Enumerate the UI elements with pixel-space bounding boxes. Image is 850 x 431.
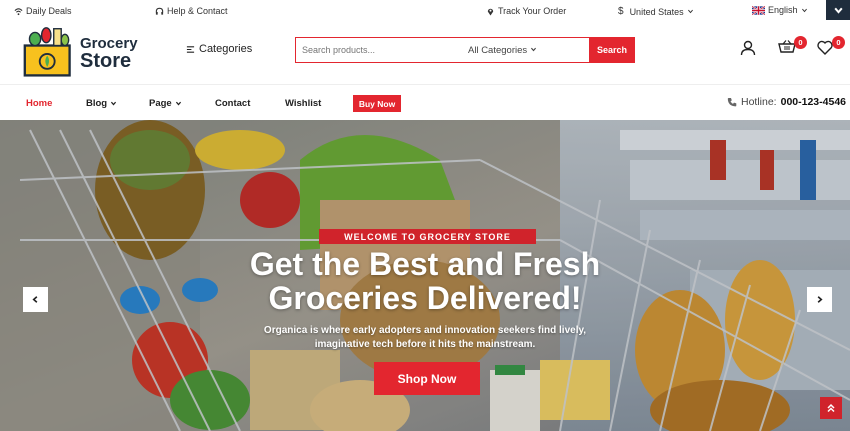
categories-label: Categories bbox=[199, 43, 253, 55]
site-header: Grocery Store Categories All Categories … bbox=[0, 22, 850, 84]
shop-now-button[interactable]: Shop Now bbox=[374, 362, 480, 395]
account-button[interactable] bbox=[740, 40, 756, 61]
search-input[interactable] bbox=[296, 38, 456, 62]
categories-menu-button[interactable]: Categories bbox=[186, 43, 252, 55]
dollar-icon: $ bbox=[618, 6, 624, 17]
user-icon bbox=[740, 40, 756, 56]
cart-button[interactable]: 0 bbox=[778, 36, 807, 61]
main-nav: Home Blog Page Contact Wishlist Buy Now … bbox=[0, 84, 850, 120]
phone-icon bbox=[727, 98, 737, 107]
hotline-number: 000-123-4546 bbox=[780, 96, 846, 108]
nav-item-page[interactable]: Page bbox=[149, 98, 182, 109]
search-category-label: All Categories bbox=[468, 45, 528, 56]
hamburger-icon bbox=[186, 45, 195, 53]
nav-item-blog[interactable]: Blog bbox=[86, 98, 117, 109]
chevron-down-icon bbox=[175, 101, 181, 106]
location-pin-icon bbox=[487, 8, 494, 16]
nav-item-label: Wishlist bbox=[285, 98, 322, 109]
chevron-left-icon bbox=[32, 296, 38, 303]
search-category-select[interactable]: All Categories bbox=[468, 45, 537, 56]
wishlist-count-badge: 0 bbox=[832, 36, 845, 49]
track-order-link[interactable]: Track Your Order bbox=[486, 6, 566, 16]
hotline-label: Hotline: bbox=[741, 96, 777, 108]
language-select[interactable]: English bbox=[752, 5, 808, 15]
chevron-down-icon bbox=[801, 8, 807, 12]
slider-next-button[interactable] bbox=[807, 287, 832, 312]
nav-item-contact[interactable]: Contact bbox=[215, 98, 250, 109]
search-button[interactable]: Search bbox=[589, 37, 635, 63]
buy-now-button[interactable]: Buy Now bbox=[353, 95, 401, 112]
chevron-down-icon bbox=[530, 47, 536, 52]
hero-headline-line-1: Get the Best and Fresh bbox=[249, 246, 601, 282]
chevron-right-icon bbox=[817, 296, 823, 303]
hero-slider: WELCOME TO GROCERY STORE Get the Best an… bbox=[0, 120, 850, 431]
currency-country-select[interactable]: $ United States bbox=[618, 6, 694, 17]
search-form: All Categories Search bbox=[295, 37, 635, 63]
headset-icon bbox=[155, 7, 164, 15]
hero-headline: Get the Best and Fresh Groceries Deliver… bbox=[190, 247, 660, 315]
hero-subtitle: Organica is where early adopters and inn… bbox=[230, 324, 620, 352]
hero-kicker: WELCOME TO GROCERY STORE bbox=[319, 229, 536, 244]
nav-item-label: Home bbox=[26, 98, 53, 109]
wifi-icon bbox=[14, 7, 23, 15]
slider-prev-button[interactable] bbox=[23, 287, 48, 312]
nav-item-home[interactable]: Home bbox=[26, 98, 52, 109]
heart-icon bbox=[817, 40, 833, 55]
daily-deals-label: Daily Deals bbox=[26, 6, 72, 16]
logo-text: Grocery Store bbox=[80, 36, 138, 71]
nav-item-wishlist[interactable]: Wishlist bbox=[285, 98, 321, 109]
collapse-toggle-button[interactable] bbox=[826, 0, 850, 20]
uk-flag-icon bbox=[752, 5, 765, 15]
grocery-bag-logo-icon bbox=[23, 27, 71, 77]
track-order-label: Track Your Order bbox=[498, 6, 567, 16]
chevron-down-icon bbox=[687, 9, 693, 14]
nav-item-label: Contact bbox=[215, 98, 251, 109]
help-contact-link[interactable]: Help & Contact bbox=[155, 6, 228, 16]
top-bar: Daily Deals Help & Contact Track Your Or… bbox=[0, 0, 850, 22]
chevron-down-icon bbox=[111, 101, 117, 106]
logo-line-1: Grocery bbox=[80, 35, 138, 52]
daily-deals-link[interactable]: Daily Deals bbox=[14, 6, 72, 16]
logo-line-2: Store bbox=[80, 50, 132, 72]
scroll-to-top-button[interactable] bbox=[820, 397, 842, 419]
hero-headline-line-2: Groceries Delivered! bbox=[268, 280, 582, 316]
chevron-down-icon bbox=[833, 7, 843, 14]
hero-subtitle-line-2: imaginative tech before it hits the main… bbox=[314, 339, 536, 350]
double-chevron-up-icon bbox=[827, 403, 835, 413]
cart-count-badge: 0 bbox=[794, 36, 807, 49]
country-label: United States bbox=[629, 6, 684, 17]
wishlist-button[interactable]: 0 bbox=[817, 36, 845, 60]
hotline[interactable]: Hotline: 000-123-4546 bbox=[727, 96, 846, 108]
language-label: English bbox=[768, 5, 798, 15]
nav-item-label: Blog bbox=[86, 98, 108, 109]
logo[interactable]: Grocery Store bbox=[22, 26, 142, 80]
nav-item-label: Page bbox=[149, 98, 172, 109]
help-contact-label: Help & Contact bbox=[167, 6, 228, 16]
hero-subtitle-line-1: Organica is where early adopters and inn… bbox=[263, 325, 587, 336]
